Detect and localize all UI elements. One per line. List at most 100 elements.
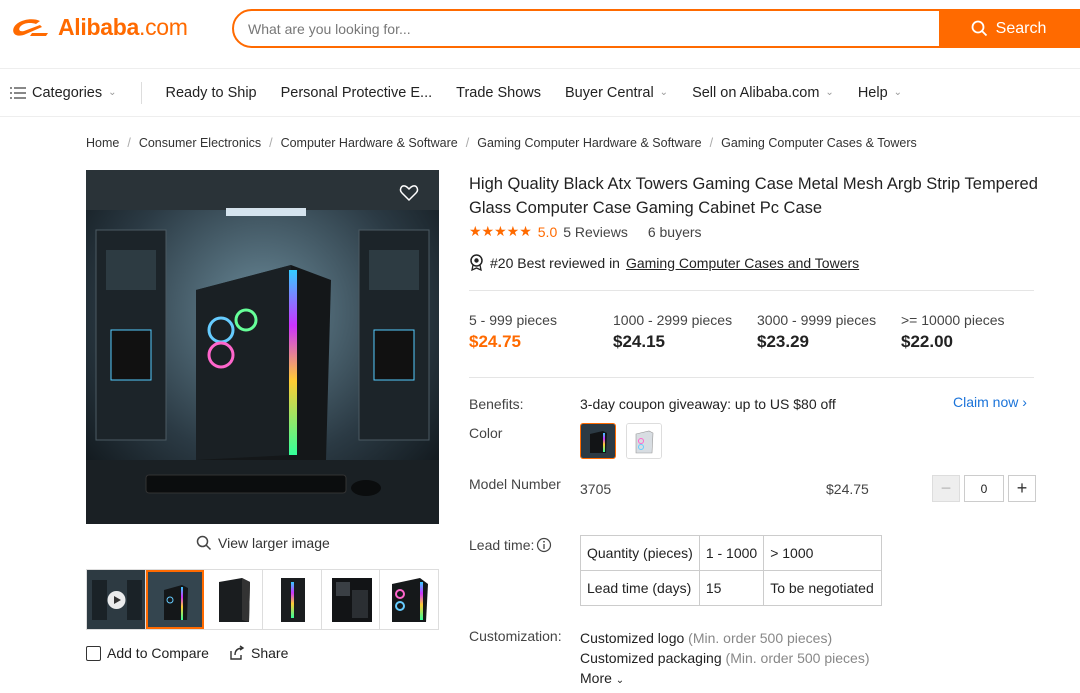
rank-category-link[interactable]: Gaming Computer Cases and Towers xyxy=(626,255,859,271)
view-larger-label: View larger image xyxy=(218,535,330,551)
menu-icon xyxy=(10,86,26,99)
nav-divider xyxy=(140,81,142,104)
share-button[interactable]: Share xyxy=(229,645,288,661)
price-tier: 1000 - 2999 pieces $24.15 xyxy=(613,312,757,352)
tier-quantity: 5 - 999 pieces xyxy=(469,312,557,328)
view-larger-image[interactable]: View larger image xyxy=(196,535,330,551)
nav-label: Trade Shows xyxy=(456,84,542,101)
thumbnail-video[interactable] xyxy=(87,570,146,629)
breadcrumb-item[interactable]: Consumer Electronics xyxy=(139,136,261,150)
share-icon xyxy=(230,645,245,660)
nav-buyer-central[interactable]: Buyer Central ⌄ xyxy=(565,85,668,101)
table-cell: > 1000 xyxy=(763,535,883,571)
table-row: Lead time (days) 15 To be negotiated xyxy=(580,570,883,606)
table-cell: Lead time (days) xyxy=(580,570,700,606)
decrement-button[interactable]: − xyxy=(932,475,960,502)
nav-ready-to-ship[interactable]: Ready to Ship xyxy=(166,85,257,101)
color-swatch-white[interactable] xyxy=(626,423,662,459)
price-tier: 5 - 999 pieces $24.75 xyxy=(469,312,613,352)
model-price: $24.75 xyxy=(826,481,869,497)
customization-list: Customized logo (Min. order 500 pieces) … xyxy=(580,628,869,691)
search-input[interactable] xyxy=(234,11,939,46)
nav-help[interactable]: Help ⌄ xyxy=(858,85,902,101)
breadcrumb-item[interactable]: Gaming Computer Cases & Towers xyxy=(721,136,917,150)
product-title: High Quality Black Atx Towers Gaming Cas… xyxy=(469,175,1038,217)
tier-price: $24.15 xyxy=(613,332,665,351)
add-to-compare-label: Add to Compare xyxy=(107,645,209,661)
nav-categories[interactable]: Categories ⌄ xyxy=(10,85,117,101)
increment-button[interactable]: + xyxy=(1008,475,1036,502)
info-icon[interactable] xyxy=(536,537,552,553)
chevron-right-icon: › xyxy=(1022,394,1027,410)
favorite-heart-icon[interactable] xyxy=(398,182,420,204)
table-row: Quantity (pieces) 1 - 1000 > 1000 xyxy=(580,535,883,571)
nav-personal-protective[interactable]: Personal Protective E... xyxy=(281,85,433,101)
breadcrumb: Home / Consumer Electronics / Computer Har… xyxy=(86,136,917,150)
chevron-down-icon: ⌄ xyxy=(615,675,625,686)
top-nav: Categories ⌄ Ready to Ship Personal Prot… xyxy=(0,68,1080,117)
thumbnail-image[interactable] xyxy=(321,570,381,629)
thumbnail-image-selected[interactable] xyxy=(145,570,205,629)
thumbnail-image[interactable] xyxy=(204,570,264,629)
price-tiers: 5 - 999 pieces $24.75 1000 - 2999 pieces $… xyxy=(469,312,1045,352)
add-to-compare[interactable]: Add to Compare xyxy=(86,645,209,661)
benefits-text: 3-day coupon giveaway: up to US $80 off xyxy=(580,396,836,412)
product-main-image[interactable] xyxy=(86,170,439,524)
more-label: More xyxy=(580,670,612,686)
lead-time-label: Lead time: xyxy=(469,537,535,553)
breadcrumb-item[interactable]: Computer Hardware & Software xyxy=(281,136,458,150)
divider xyxy=(469,290,1034,291)
model-number-label: Model Number xyxy=(469,476,561,492)
alibaba-logo[interactable]: Alibaba .com xyxy=(10,14,188,41)
more-link[interactable]: More ⌄ xyxy=(580,668,869,691)
customization-name: Customized packaging xyxy=(580,650,722,666)
chevron-down-icon: ⌄ xyxy=(825,87,834,98)
rating-row: ★★★★★ 5.0 5 Reviews 6 buyers xyxy=(469,223,702,240)
customization-note: (Min. order 500 pieces) xyxy=(688,630,833,646)
share-label: Share xyxy=(251,645,289,661)
rank-text: #20 Best reviewed in xyxy=(490,254,620,271)
nav-sell-on-alibaba[interactable]: Sell on Alibaba.com ⌄ xyxy=(692,85,834,101)
nav-trade-shows[interactable]: Trade Shows xyxy=(456,85,541,101)
quantity-input[interactable]: 0 xyxy=(964,475,1004,502)
search-icon xyxy=(196,535,212,551)
brand-suffix: .com xyxy=(138,14,188,40)
thumbnail-image[interactable] xyxy=(380,570,439,629)
price-tier: 3000 - 9999 pieces $23.29 xyxy=(757,312,901,352)
color-swatch-black[interactable] xyxy=(580,423,616,459)
thumbnail-image[interactable] xyxy=(263,570,322,629)
breadcrumb-separator: / xyxy=(269,136,273,150)
search-button[interactable]: Search xyxy=(939,11,1078,46)
search-button-label: Search xyxy=(995,19,1047,37)
compare-checkbox[interactable] xyxy=(86,645,101,661)
lead-time-table-wrap: Quantity (pieces) 1 - 1000 > 1000 Lead t… xyxy=(580,535,883,606)
tier-quantity: 1000 - 2999 pieces xyxy=(613,312,733,328)
nav-categories-label: Categories xyxy=(32,84,103,101)
claim-now-link[interactable]: Claim now › xyxy=(953,394,1027,410)
breadcrumb-item[interactable]: Gaming Computer Hardware & Software xyxy=(477,136,701,150)
divider xyxy=(469,377,1034,378)
nav-label: Help xyxy=(857,84,888,101)
nav-label: Buyer Central xyxy=(565,84,654,101)
reviews-link[interactable]: 5 Reviews xyxy=(563,224,628,240)
lead-time-label-row: Lead time: xyxy=(469,537,552,553)
rating-score: 5.0 xyxy=(537,223,558,240)
nav-label: Personal Protective E... xyxy=(280,84,433,101)
tier-quantity: >= 10000 pieces xyxy=(901,312,1005,328)
breadcrumb-separator: / xyxy=(709,136,714,150)
nav-label: Sell on Alibaba.com xyxy=(692,84,820,101)
chevron-down-icon: ⌄ xyxy=(108,87,117,98)
breadcrumb-item[interactable]: Home xyxy=(86,136,119,150)
tier-price: $23.29 xyxy=(757,332,809,351)
customization-label: Customization: xyxy=(469,628,562,644)
ranking-row: #20 Best reviewed in Gaming Computer Cas… xyxy=(469,254,859,271)
breadcrumb-separator: / xyxy=(465,136,470,150)
table-cell: To be negotiated xyxy=(763,570,883,606)
alibaba-logo-icon xyxy=(13,18,48,36)
price-tier: >= 10000 pieces $22.00 xyxy=(901,312,1045,352)
table-cell: Quantity (pieces) xyxy=(580,535,700,571)
brand-name: Alibaba xyxy=(58,14,139,40)
claim-now-label: Claim now xyxy=(953,394,1019,410)
lead-time-table: Quantity (pieces) 1 - 1000 > 1000 Lead t… xyxy=(580,535,883,606)
rating-stars-icon: ★★★★★ xyxy=(469,223,532,239)
